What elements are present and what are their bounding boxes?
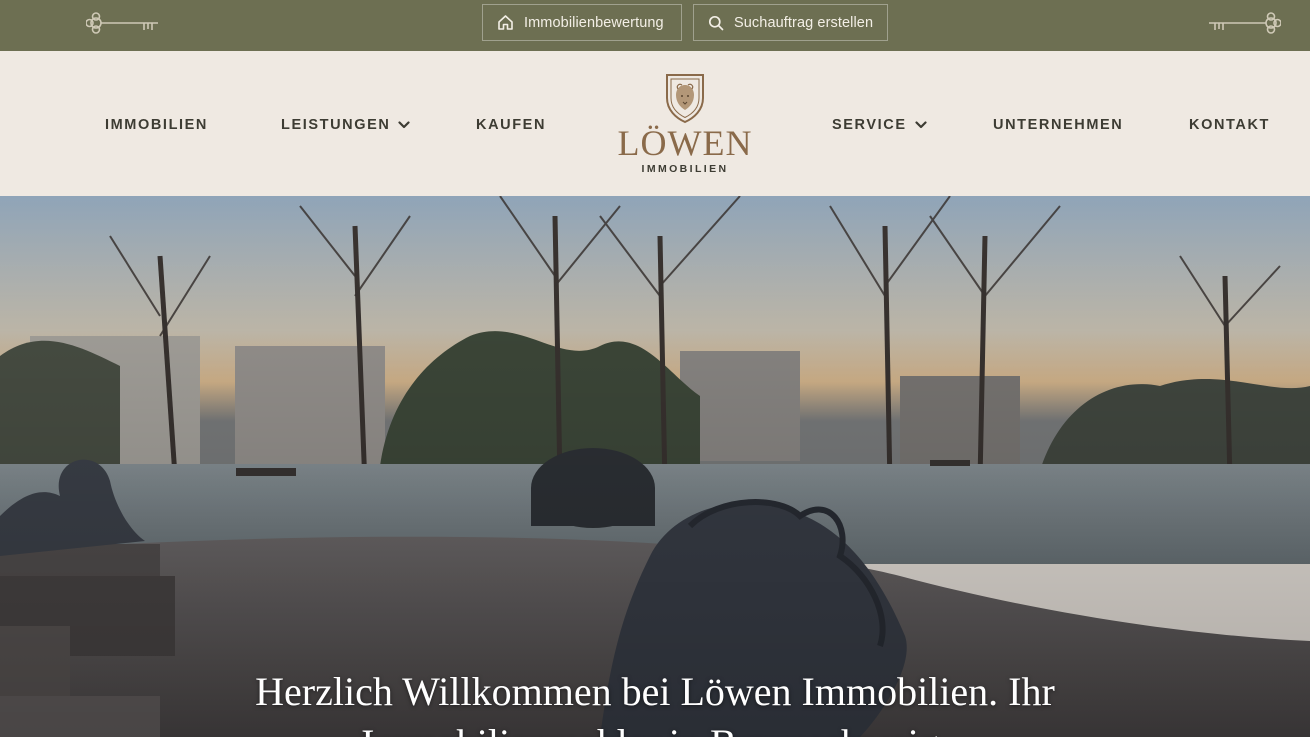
main-navigation: IMMOBILIEN LEISTUNGEN KAUFEN LÖWEN IMMOB… bbox=[0, 51, 1310, 196]
brand-name: LÖWEN bbox=[617, 123, 753, 163]
home-icon bbox=[498, 15, 513, 30]
create-search-request-label: Suchauftrag erstellen bbox=[734, 14, 874, 31]
chevron-down-icon bbox=[915, 121, 927, 129]
nav-item-label: KAUFEN bbox=[476, 117, 547, 133]
chevron-down-icon bbox=[398, 121, 411, 129]
nav-item-label: UNTERNEHMEN bbox=[993, 117, 1124, 133]
key-icon bbox=[86, 12, 158, 34]
top-bar: Immobilienbewertung Suchauftrag erstelle… bbox=[0, 0, 1310, 51]
nav-item-kontakt[interactable]: KONTAKT bbox=[1189, 116, 1270, 134]
nav-item-unternehmen[interactable]: UNTERNEHMEN bbox=[993, 116, 1123, 134]
hero-title: Herzlich Willkommen bei Löwen Immobilien… bbox=[255, 669, 1055, 737]
search-icon bbox=[708, 15, 724, 30]
nav-item-kaufen[interactable]: KAUFEN bbox=[476, 116, 546, 134]
logo[interactable]: LÖWEN IMMOBILIEN bbox=[600, 71, 770, 181]
nav-item-leistungen[interactable]: LEISTUNGEN bbox=[281, 116, 411, 134]
nav-item-label: KONTAKT bbox=[1189, 117, 1271, 133]
property-valuation-button[interactable]: Immobilienbewertung bbox=[482, 4, 682, 41]
hero-background-image bbox=[0, 196, 1310, 737]
nav-item-label: LEISTUNGEN bbox=[281, 117, 391, 133]
nav-item-label: IMMOBILIEN bbox=[105, 117, 208, 133]
nav-item-immobilien[interactable]: IMMOBILIEN bbox=[105, 116, 208, 134]
create-search-request-button[interactable]: Suchauftrag erstellen bbox=[693, 4, 888, 41]
property-valuation-label: Immobilienbewertung bbox=[524, 14, 664, 31]
nav-item-service[interactable]: SERVICE bbox=[832, 116, 927, 134]
lion-crest-icon bbox=[666, 74, 704, 124]
nav-item-label: SERVICE bbox=[832, 117, 907, 133]
hero-section: Herzlich Willkommen bei Löwen Immobilien… bbox=[0, 196, 1310, 737]
brand-subtitle: IMMOBILIEN bbox=[641, 163, 729, 175]
key-icon bbox=[1209, 12, 1281, 34]
